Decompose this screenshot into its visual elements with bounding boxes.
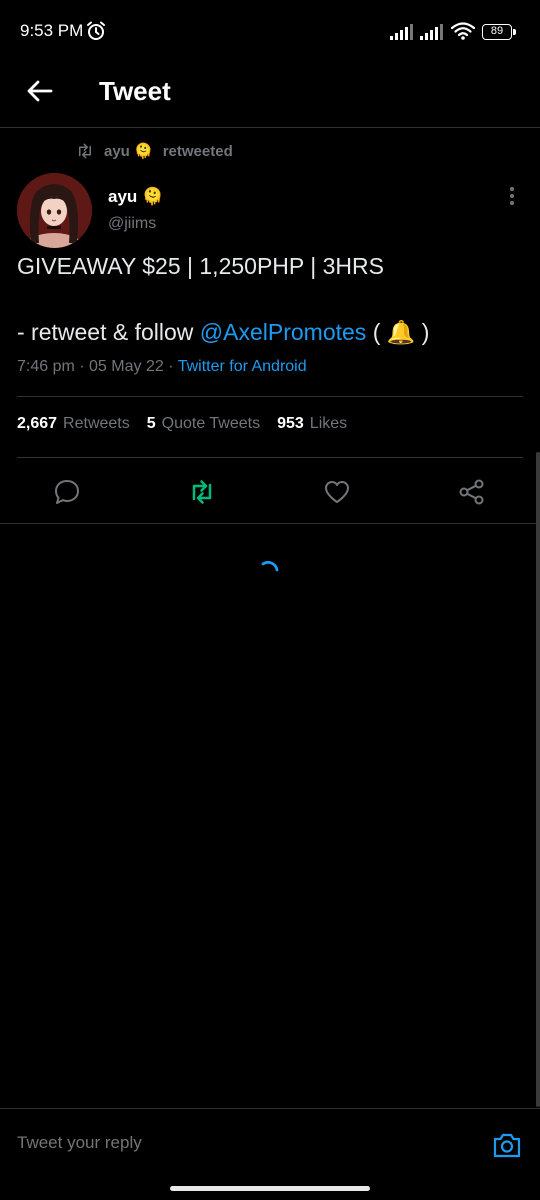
comment-icon[interactable] (53, 478, 81, 506)
tweet-text-fragment: - retweet & follow (17, 319, 200, 345)
heart-icon[interactable] (323, 478, 351, 506)
tweet-text-fragment: ) (415, 319, 430, 345)
mention-link[interactable]: @AxelPromotes (200, 319, 367, 345)
scrollbar[interactable] (536, 452, 540, 1107)
alarm-icon (87, 21, 105, 40)
avatar-illustration (17, 173, 92, 248)
retweet-icon[interactable] (188, 478, 216, 506)
author-name[interactable]: ayu 🫠 (108, 187, 163, 207)
retweets-stat[interactable]: 2,667 Retweets (17, 415, 130, 433)
header: Tweet (0, 62, 540, 128)
cell-signal-icon (420, 24, 443, 40)
tweet-stats: 2,667 Retweets 5 Quote Tweets 953 Likes (17, 415, 347, 433)
tweet-date: 05 May 22 (89, 358, 164, 375)
melting-face-emoji: 🫠 (134, 142, 153, 160)
reply-bar (0, 1108, 540, 1180)
bell-emoji: 🔔 (386, 320, 416, 346)
tweet-text-line: - retweet & follow @AxelPromotes ( 🔔 ) (17, 319, 429, 346)
tweet-source-link[interactable]: Twitter for Android (178, 358, 307, 375)
avatar[interactable] (17, 173, 92, 248)
status-bar: 9:53 PM 89 (0, 0, 540, 62)
camera-icon[interactable] (491, 1129, 523, 1161)
divider (17, 396, 523, 397)
battery-indicator: 89 (482, 24, 512, 40)
cell-signal-icon (390, 24, 413, 40)
likes-stat[interactable]: 953 Likes (277, 415, 347, 433)
share-icon[interactable] (458, 478, 486, 506)
quote-tweets-stat[interactable]: 5 Quote Tweets (147, 415, 260, 433)
back-arrow-icon[interactable] (24, 76, 54, 106)
battery-tip (513, 29, 516, 35)
more-options-icon[interactable] (502, 184, 522, 208)
author-handle[interactable]: @jiims (108, 215, 156, 233)
divider (17, 457, 523, 458)
loading-spinner-icon (261, 561, 279, 572)
melting-face-emoji: 🫠 (142, 187, 164, 207)
status-time: 9:53 PM (20, 21, 84, 40)
reply-input[interactable] (17, 1133, 457, 1153)
home-indicator[interactable] (170, 1186, 370, 1191)
tweet-text-line: GIVEAWAY $25 | 1,250PHP | 3HRS (17, 253, 384, 279)
divider (0, 523, 540, 524)
retweet-context[interactable]: ayu 🫠 retweeted (76, 140, 233, 162)
retweet-icon (79, 143, 91, 159)
retweeter-name: ayu 🫠 (104, 142, 153, 160)
tweet-text-fragment: ( (366, 319, 387, 345)
page-title: Tweet (99, 76, 171, 106)
tweet-time: 7:46 pm (17, 358, 75, 375)
tweet-meta: 7:46 pm · 05 May 22 · Twitter for Androi… (17, 358, 307, 375)
wifi-icon (451, 22, 475, 40)
retweeted-label: retweeted (162, 142, 233, 160)
